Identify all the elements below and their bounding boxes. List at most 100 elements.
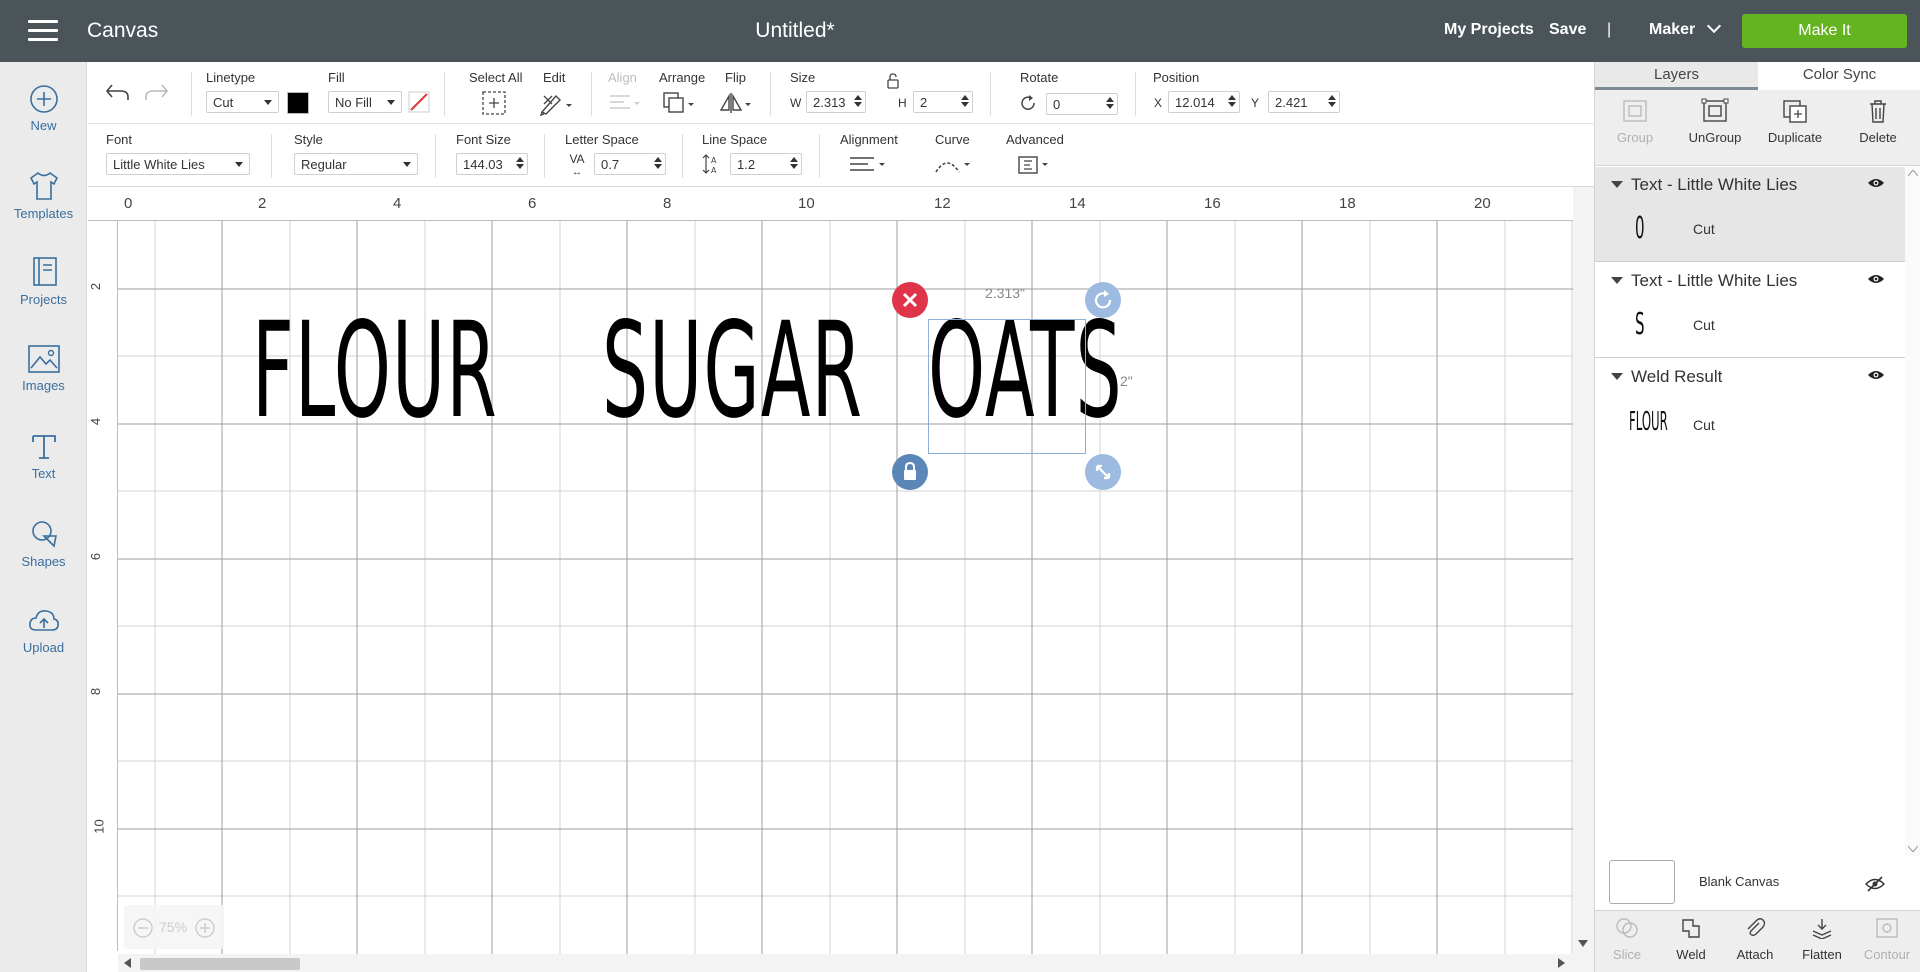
tab-layers[interactable]: Layers (1595, 62, 1758, 90)
arrange-icon[interactable] (661, 90, 697, 116)
ruler-tick-label: 4 (88, 417, 104, 426)
chevron-down-icon (1707, 18, 1722, 34)
zoom-out-icon[interactable] (132, 917, 154, 939)
rotate-input[interactable]: 0 (1046, 93, 1118, 115)
rotate-label: Rotate (1020, 70, 1059, 85)
flip-icon[interactable] (718, 90, 754, 116)
lock-icon (904, 461, 916, 480)
layer-name: Text - Little White Lies (1631, 175, 1798, 194)
curve-icon[interactable] (933, 154, 973, 176)
sidebar-item-images[interactable]: Images (0, 344, 87, 393)
x-position-input[interactable]: 12.014 (1168, 91, 1240, 113)
rotate-handle[interactable] (1085, 282, 1121, 318)
document-title[interactable]: Untitled* (700, 19, 890, 43)
collapse-arrow-icon[interactable] (1611, 373, 1623, 380)
weld-button[interactable]: Weld (1661, 917, 1721, 962)
top-bar: Canvas Untitled* My Projects Save | Make… (0, 0, 1920, 62)
y-position-input[interactable]: 2.421 (1268, 91, 1340, 113)
slice-button[interactable]: Slice (1597, 917, 1657, 962)
delete-handle[interactable] (892, 282, 928, 318)
resize-handle[interactable] (1085, 454, 1121, 490)
blank-canvas-row[interactable]: Blank Canvas (1595, 852, 1920, 904)
layer-header[interactable]: Text - Little White Lies (1595, 167, 1905, 203)
hamburger-menu-icon[interactable] (28, 20, 58, 42)
flatten-button[interactable]: Flatten (1792, 917, 1852, 962)
sidebar-item-text[interactable]: Text (0, 432, 87, 481)
eye-hidden-icon[interactable] (1865, 876, 1885, 892)
canvas-text-sugar[interactable]: SUGAR (602, 305, 863, 437)
line-space-label: Line Space (702, 132, 768, 147)
align-icon (610, 95, 640, 109)
fill-select[interactable]: No Fill (328, 91, 402, 113)
redo-icon[interactable] (144, 82, 170, 102)
make-it-button[interactable]: Make It (1742, 14, 1907, 48)
undo-icon[interactable] (104, 82, 130, 102)
scroll-up-icon[interactable] (1908, 170, 1918, 176)
delete-button[interactable]: Delete (1838, 98, 1918, 145)
layer-item[interactable]: 0 Cut (1595, 203, 1905, 257)
tab-color-sync[interactable]: Color Sync (1758, 62, 1920, 90)
divider (819, 134, 820, 178)
width-input[interactable]: 2.313 (806, 91, 866, 113)
scroll-right-icon[interactable] (1558, 958, 1566, 968)
horizontal-scrollbar[interactable] (118, 954, 1573, 972)
attach-button[interactable]: Attach (1725, 917, 1785, 962)
zoom-in-icon[interactable] (194, 917, 216, 939)
arrange-label: Arrange (659, 70, 706, 85)
select-all-icon[interactable] (481, 90, 507, 116)
sidebar-item-templates[interactable]: Templates (0, 170, 87, 221)
sidebar-item-upload[interactable]: Upload (0, 606, 87, 655)
layer-item[interactable]: FLOUR Cut (1595, 399, 1905, 453)
line-space-input[interactable]: 1.2 (730, 153, 802, 175)
height-value: 2 (920, 95, 928, 110)
design-canvas[interactable]: 0 2 4 6 8 10 12 14 16 18 20 2 4 6 8 10 F… (88, 187, 1594, 972)
sidebar-item-shapes[interactable]: Shapes (0, 518, 87, 569)
ruler-tick-label: 10 (91, 819, 107, 834)
letter-space-input[interactable]: 0.7 (594, 153, 666, 175)
canvas-text-flour[interactable]: FLOUR (252, 305, 498, 437)
eye-icon[interactable] (1867, 177, 1885, 189)
eye-icon[interactable] (1867, 369, 1885, 381)
contour-button[interactable]: Contour (1857, 917, 1917, 962)
duplicate-button[interactable]: Duplicate (1755, 98, 1835, 145)
advanced-icon[interactable] (1016, 154, 1052, 176)
weld-icon (1682, 919, 1700, 938)
scroll-down-icon[interactable] (1578, 940, 1588, 948)
selection-box[interactable] (928, 319, 1086, 454)
collapse-arrow-icon[interactable] (1611, 181, 1623, 188)
text-align-icon[interactable] (848, 154, 888, 176)
font-size-input[interactable]: 144.03 (456, 153, 528, 175)
my-projects-link[interactable]: My Projects (1444, 21, 1534, 39)
divider (682, 134, 683, 178)
horizontal-scroll-thumb[interactable] (140, 958, 300, 970)
sidebar-item-projects[interactable]: Projects (0, 256, 87, 307)
layers-scrollbar[interactable] (1905, 166, 1920, 856)
canvas-color-swatch[interactable] (1609, 860, 1675, 904)
style-select[interactable]: Regular (294, 153, 418, 175)
save-link[interactable]: Save (1549, 21, 1586, 39)
font-select[interactable]: Little White Lies (106, 153, 250, 175)
eye-icon[interactable] (1867, 273, 1885, 285)
font-size-value: 144.03 (463, 157, 503, 172)
layer-header[interactable]: Text - Little White Lies (1595, 263, 1905, 299)
divider (191, 72, 192, 116)
machine-selector[interactable]: Maker (1649, 18, 1722, 39)
sidebar-item-new[interactable]: New (0, 84, 87, 133)
collapse-arrow-icon[interactable] (1611, 277, 1623, 284)
layer-item[interactable]: S Cut (1595, 299, 1905, 353)
layer-thumbnail: 0 (1635, 211, 1645, 246)
layer-header[interactable]: Weld Result (1595, 359, 1905, 395)
vertical-scrollbar[interactable] (1573, 187, 1594, 972)
app-title: Canvas (87, 19, 159, 42)
zoom-control: 75% (124, 905, 224, 949)
scroll-left-icon[interactable] (124, 958, 132, 968)
lock-open-icon[interactable] (886, 73, 900, 89)
group-button[interactable]: Group (1595, 98, 1675, 145)
linetype-select[interactable]: Cut (206, 91, 279, 113)
ungroup-button[interactable]: UnGroup (1675, 98, 1755, 145)
height-input[interactable]: 2 (913, 91, 973, 113)
edit-icon[interactable] (538, 90, 574, 116)
lock-handle[interactable] (892, 454, 928, 490)
linetype-color-swatch[interactable] (287, 92, 309, 114)
no-fill-swatch-icon[interactable] (408, 91, 430, 113)
